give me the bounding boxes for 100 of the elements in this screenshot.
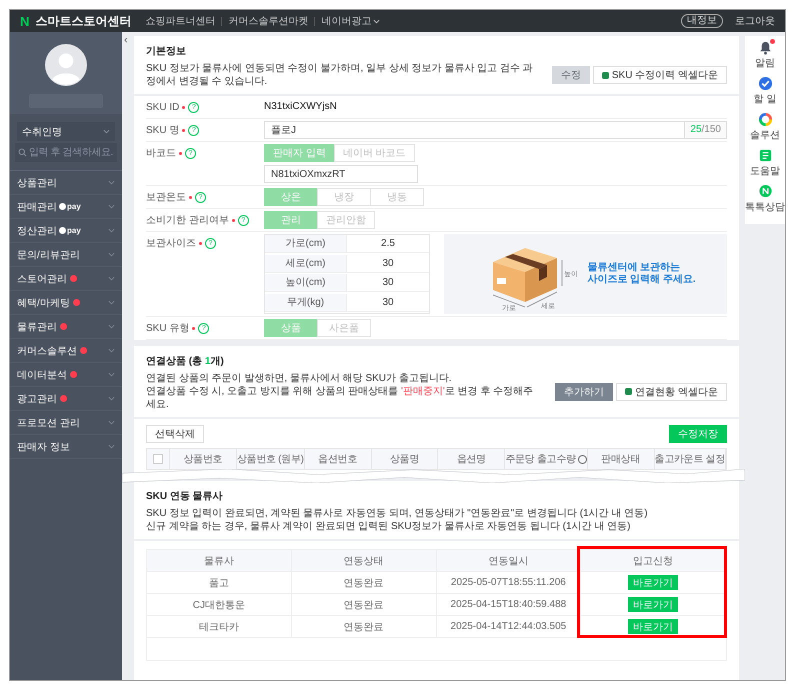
new-badge-icon [72,299,80,306]
info-icon[interactable] [578,454,587,464]
chevron-down-icon [108,179,115,186]
sidebar-menu-item[interactable]: 혜택/마케팅 [10,291,122,315]
character-counter: 25/150 [684,122,726,138]
field-label: 바코드 [146,147,176,160]
guide-text: 물류센터에 보관하는 [587,262,682,274]
table-cell: 2025-04-15T18:40:59.488 [436,594,582,615]
delete-selected-button[interactable]: 선택삭제 [146,425,204,443]
site-title[interactable]: 스마트스토어센터 [35,12,132,30]
collapse-toggle[interactable]: ‹ [124,34,128,46]
sku-name-field[interactable]: 플로J 25/150 [264,121,727,139]
dimension-value[interactable]: 30 [347,294,429,312]
guide-text: 사이즈로 입력해 주세요. [587,274,696,286]
sidebar-menu-item[interactable]: 스토어관리 [10,267,122,291]
sidebar-menu-item[interactable]: 상품관리 [10,171,122,195]
sku-id-value: N31txiCXWYjsN [264,100,338,114]
quick-menu-item[interactable]: 알림 [755,40,775,70]
field-label: 보관온도 [146,191,186,204]
column-header: 입고신청 [581,550,726,571]
dimension-value[interactable]: 2.5 [347,235,429,253]
table-cell: 2025-05-07T18:55:11.206 [436,572,582,593]
search-icon [18,148,27,157]
colorful-ring-icon [758,112,772,127]
select-all-checkbox[interactable] [153,454,163,464]
field-label: SKU 유형 [146,322,190,335]
new-badge-icon [70,275,77,282]
column-header: 옵션명 [438,449,506,469]
chevron-down-icon [108,299,115,306]
quick-menu-item[interactable]: 톡톡상담 [745,184,785,214]
sidebar-menu-item[interactable]: 물류관리 [10,315,122,339]
excel-download-button[interactable]: SKU 수정이력 엑셀다운 [592,66,727,84]
search-field[interactable]: 입력 후 검색하세요. [15,143,117,162]
section-description: SKU 정보 입력이 완료되면, 계약된 물류사로 자동연동 되며, 연동상태가 "연동완료"로 변경됩니다 (1시간 내 연동) [146,507,649,520]
chevron-down-icon [108,395,115,402]
excel-download-button[interactable]: 연결현황 엑셀다운 [616,382,727,400]
quick-menu-item[interactable]: 도움말 [750,148,780,178]
new-badge-icon [60,323,67,330]
sidebar-menu-item[interactable]: 데이터분석 [10,363,122,387]
quick-menu-item[interactable]: 할 일 [754,76,776,106]
chevron-down-icon [108,419,115,426]
column-header: 옵션번호 [304,449,372,469]
add-button[interactable]: 추가하기 [555,382,614,400]
chevron-down-icon [108,443,115,450]
field-value: 플로J [271,124,296,137]
column-header: 출고카운트 설정 [654,449,726,469]
chevron-down-icon [108,203,115,210]
dimension-label: 가로(cm) [265,235,347,253]
column-header: 연동상태 [292,550,436,571]
sidebar-menu-item[interactable]: 정산관리 pay [10,219,122,243]
avatar [45,44,87,86]
chevron-down-icon [108,275,115,282]
column-header: 주문당 출고수량 [505,449,588,469]
table-cell: 연동완료 [292,616,436,637]
dimension-label: 높이(cm) [265,274,347,292]
logo-mark: N [20,14,30,28]
pay-badge: pay [59,226,81,235]
sidebar-menu-item[interactable]: 광고관리 [10,387,122,411]
table-cell: CJ대한통운 [147,594,292,615]
section-description: 신규 계약을 하는 경우, 물류사 계약이 완료되면 입력된 SKU정보가 물류사로 자동연동 됩니다 (1시간 내 연동) [146,520,632,533]
new-badge-icon [60,395,67,402]
field-label: 보관사이즈 [146,237,196,250]
my-info-badge[interactable]: 내정보 [681,14,723,28]
table-cell: 2025-04-14T12:44:03.505 [436,616,582,637]
column-header: 물류사 [147,550,292,571]
nav-link[interactable]: 네이버광고 [321,14,380,28]
table-cell: 품고 [147,572,292,593]
nav-link[interactable]: 쇼핑파트너센터 [145,14,216,28]
pay-badge: pay [59,202,81,211]
new-badge-icon [80,347,87,354]
sidebar-menu-item[interactable]: 판매자 정보 [10,435,122,459]
section-title: 연결상품 (총 1개) [146,355,225,368]
barcode-field[interactable]: N81txiOXmxzRT [264,165,418,183]
chevron-down-icon [108,251,115,258]
nav-link[interactable]: 커머스솔루션마켓 [228,14,308,28]
field-label: 소비기한 관리여부 [146,214,229,227]
column-header: 연동일시 [436,550,582,571]
section-title: SKU 연동 물류사 [146,490,224,503]
chevron-down-icon [103,128,110,135]
dimension-label: 세로(cm) [265,254,347,272]
sidebar-menu-item[interactable]: 커머스솔루션 [10,339,122,363]
field-label: SKU ID [146,102,180,112]
sidebar-menu-item[interactable]: 문의/리뷰관리 [10,243,122,267]
quick-menu-item[interactable]: 솔루션 [750,112,780,142]
section-notice: 연결상품 수정 시, 오출고 방지를 위해 상품의 판매상태를 '판매중지'로 변경 후 수정해주세요. [146,385,534,411]
dimension-value[interactable]: 30 [347,274,429,292]
dimension-label: 무게(kg) [265,294,347,312]
section-description: 연결된 상품의 주문이 발생하면, 물류사에서 해당 SKU가 출고됩니다. [146,372,453,385]
book-icon [758,148,772,163]
chevron-down-icon [108,227,115,234]
checkmark-badge-icon [758,76,772,91]
table-cell: 연동완료 [292,594,436,615]
logout-link[interactable]: 로그아웃 [735,14,775,28]
sidebar-menu-item[interactable]: 프로모션 관리 [10,411,122,435]
new-badge-icon [70,371,77,378]
table-cell: 테크타카 [147,616,292,637]
dimension-value[interactable]: 30 [347,254,429,272]
store-select[interactable]: 수취인명 [17,122,115,141]
sidebar-menu-item[interactable]: 판매관리 pay [10,195,122,219]
bell-icon [758,40,772,55]
